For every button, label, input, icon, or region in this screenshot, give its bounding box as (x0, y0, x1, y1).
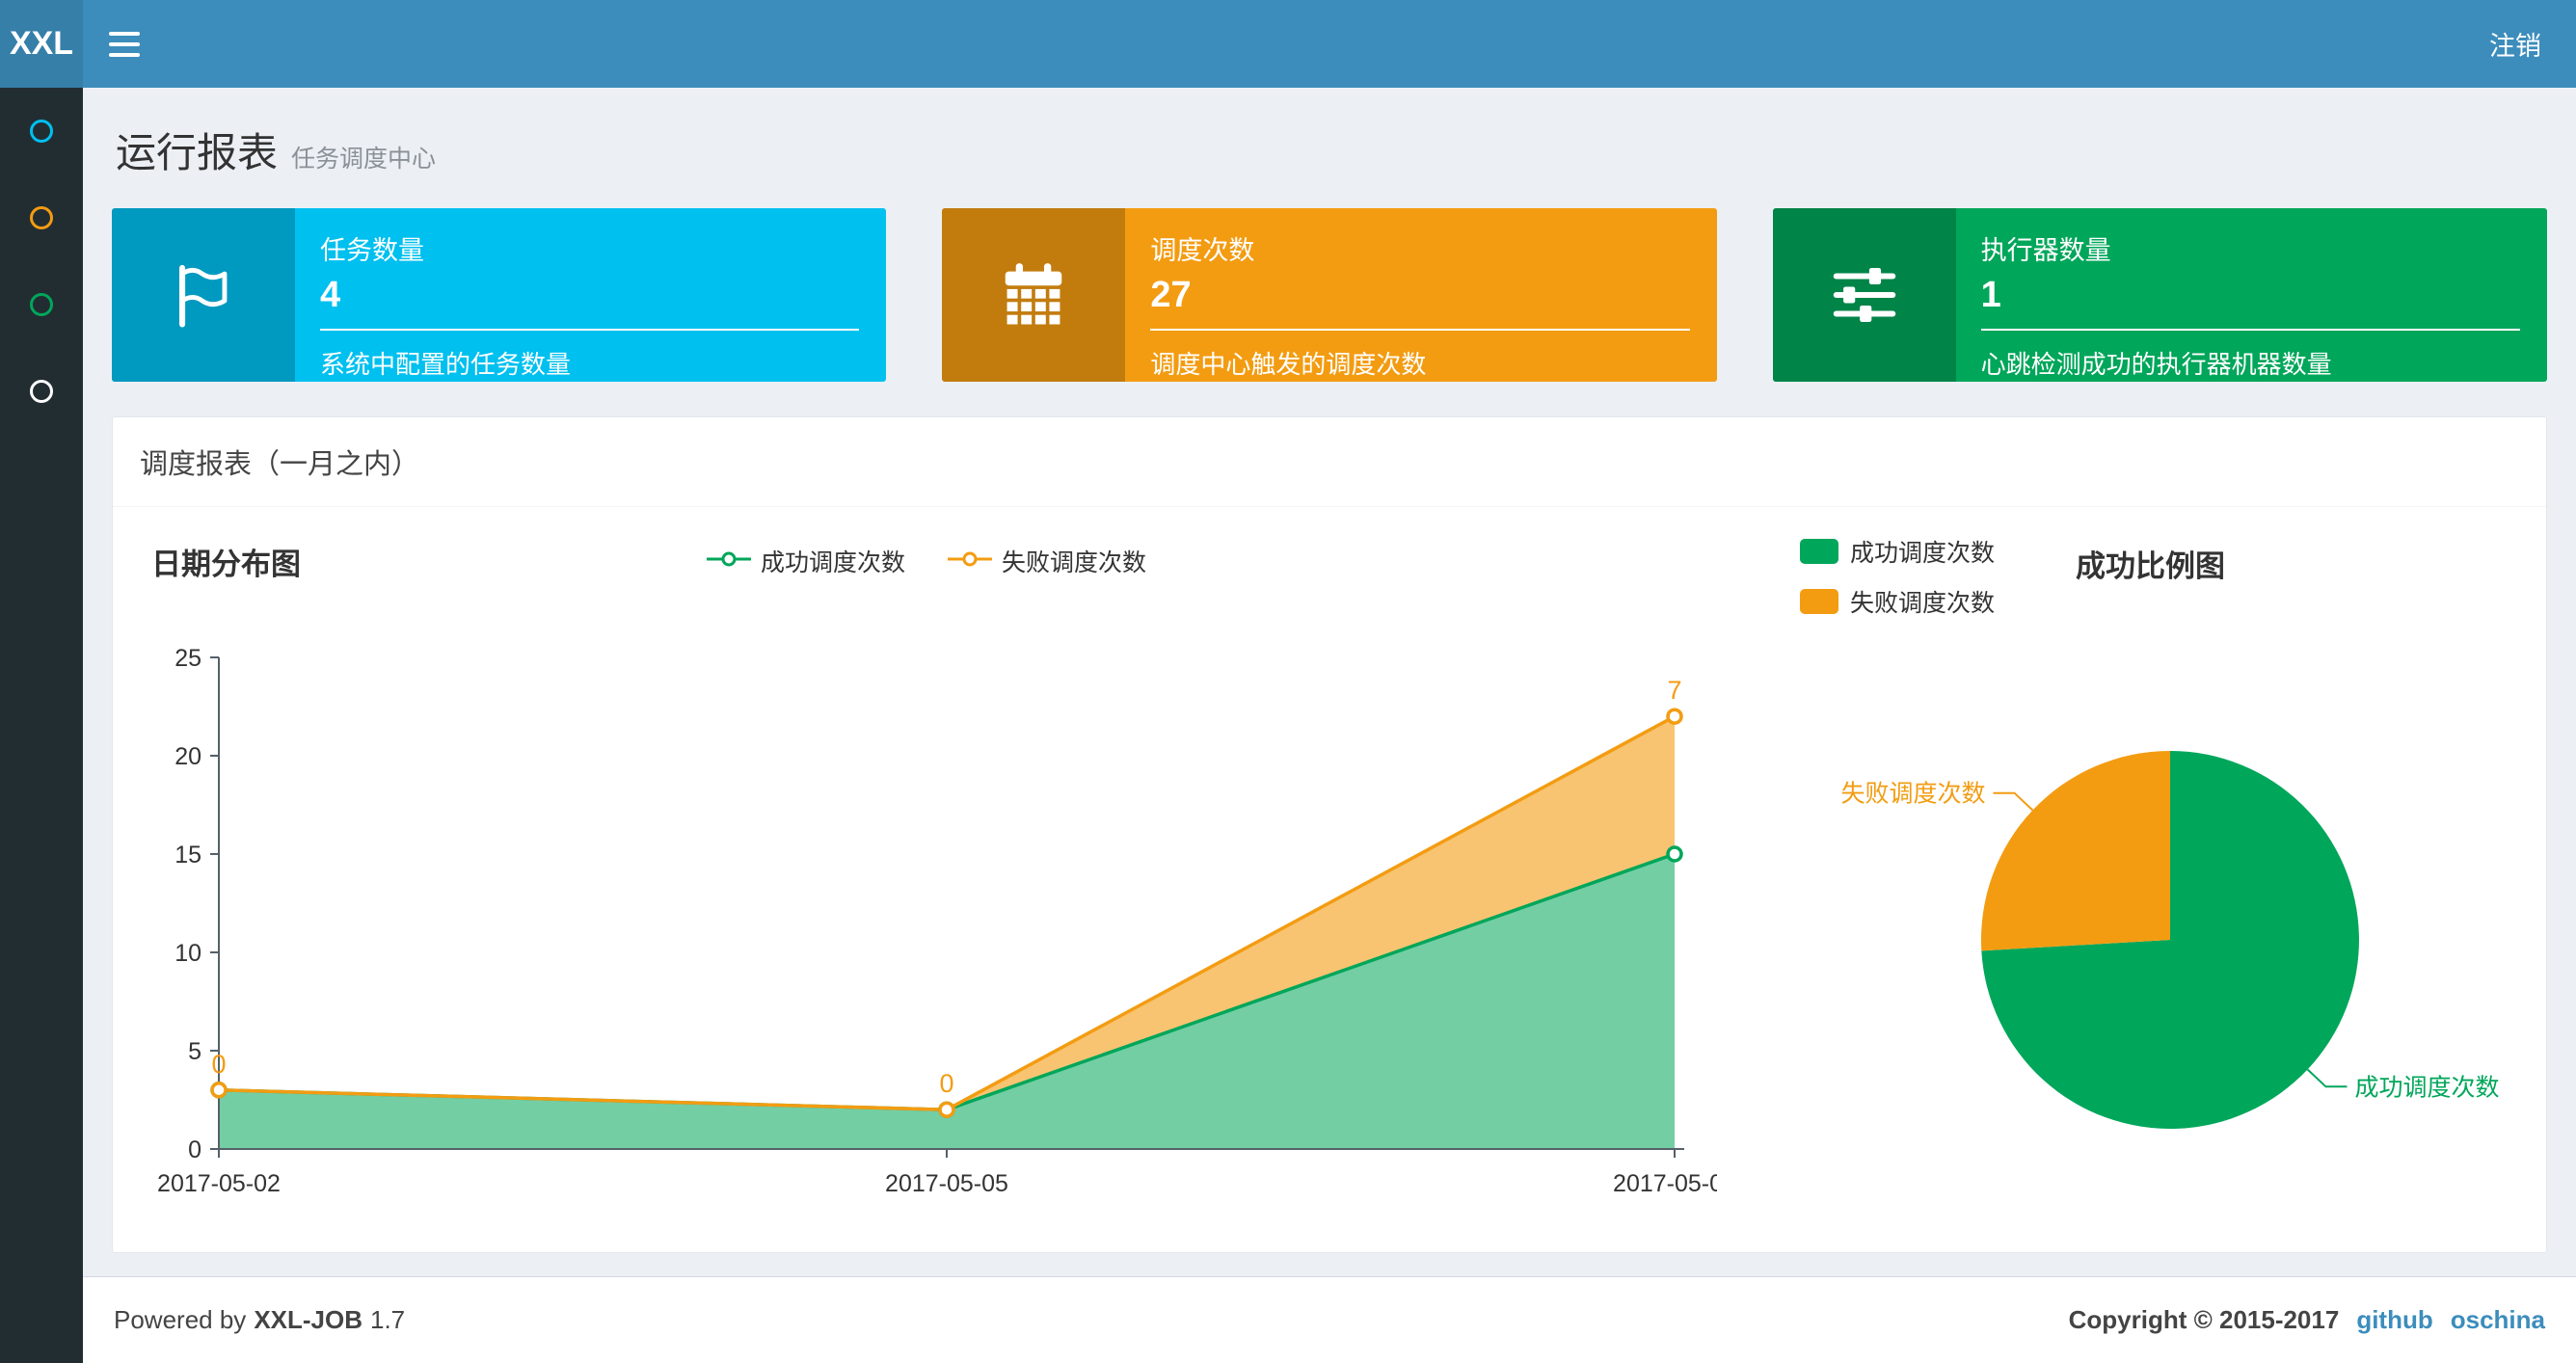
sidebar-toggle-button[interactable] (83, 0, 166, 88)
svg-text:0: 0 (211, 1050, 226, 1079)
logo-text: XXL (9, 25, 74, 62)
svg-text:10: 10 (174, 940, 201, 967)
stat-desc: 调度中心触发的调度次数 (1150, 329, 1690, 381)
svg-text:成功调度次数: 成功调度次数 (2355, 1074, 2500, 1101)
panel-title: 调度报表（一月之内） (113, 417, 2546, 507)
legend-item-fail[interactable]: 失败调度次数 (1800, 584, 1995, 619)
circle-icon (30, 206, 53, 229)
sidebar-item-2[interactable] (0, 174, 83, 261)
flag-icon (112, 208, 295, 382)
svg-text:25: 25 (174, 645, 201, 672)
line-chart-canvas: 05101520252017-05-022017-05-052017-05-08… (136, 603, 1736, 1225)
stat-box-executors: 执行器数量 1 心跳检测成功的执行器机器数量 (1772, 208, 2547, 382)
logout-link[interactable]: 注销 (2455, 0, 2576, 88)
content-area: 运行报表 任务调度中心 任务数量 4 系统中配置的任务数量 调度次数 27 调度… (83, 88, 2576, 1276)
circle-icon (30, 293, 53, 316)
success-ratio-chart: 成功调度次数 失败调度次数 成功比例图 成功调度次数 失败调度次数 (1717, 530, 2531, 1225)
stat-label: 执行器数量 (1980, 236, 2111, 265)
page-header: 运行报表 任务调度中心 (116, 120, 2547, 179)
svg-text:15: 15 (174, 842, 201, 869)
svg-text:2017-05-08: 2017-05-08 (1613, 1170, 1717, 1197)
legend-item-fail[interactable]: 失败调度次数 (948, 544, 1146, 578)
pie-chart-title: 成功比例图 (2076, 549, 2225, 583)
footer: Powered by XXL-JOB 1.7 Copyright © 2015-… (83, 1276, 2576, 1363)
pie-chart-canvas: 成功调度次数 失败调度次数 (1717, 630, 2531, 1175)
page-title: 运行报表 (116, 130, 279, 175)
circle-icon (30, 120, 53, 143)
logo[interactable]: XXL (0, 0, 83, 88)
stat-box-jobs: 任务数量 4 系统中配置的任务数量 (112, 208, 887, 382)
copyright-text: Copyright © 2015-2017 (2068, 1305, 2340, 1334)
svg-text:2017-05-02: 2017-05-02 (157, 1170, 281, 1197)
sidebar (0, 88, 83, 1363)
line-legend-icon (948, 549, 992, 574)
stat-label: 调度次数 (1150, 236, 1255, 265)
version-text: 1.7 (370, 1305, 406, 1334)
brand-text: XXL-JOB (254, 1305, 362, 1334)
powered-by-text: Powered by (114, 1305, 247, 1334)
line-chart-legend: 成功调度次数 失败调度次数 (706, 544, 1146, 578)
line-legend-icon (706, 549, 751, 574)
svg-text:7: 7 (1667, 676, 1681, 705)
top-navbar: XXL 注销 (0, 0, 2576, 88)
legend-item-success[interactable]: 成功调度次数 (1800, 534, 1995, 569)
stat-value: 1 (1980, 275, 2001, 315)
stat-desc: 心跳检测成功的执行器机器数量 (1980, 329, 2520, 381)
swatch-icon (1800, 589, 1838, 614)
circle-icon (30, 380, 53, 403)
report-panel: 调度报表（一月之内） 日期分布图 成功调度次数 失败调度次数 0 5 10 15… (112, 416, 2547, 1253)
svg-text:5: 5 (188, 1038, 201, 1065)
sidebar-item-3[interactable] (0, 261, 83, 348)
stat-desc: 系统中配置的任务数量 (320, 329, 860, 381)
date-distribution-chart: 日期分布图 成功调度次数 失败调度次数 0 5 10 15 20 25 2017… (136, 530, 1736, 1225)
hamburger-icon (109, 31, 140, 36)
github-link[interactable]: github (2356, 1305, 2432, 1335)
stat-box-triggers: 调度次数 27 调度中心触发的调度次数 (942, 208, 1717, 382)
legend-item-success[interactable]: 成功调度次数 (706, 544, 905, 578)
line-chart-title: 日期分布图 (151, 548, 301, 581)
stat-value: 27 (1150, 275, 1192, 315)
sidebar-item-1[interactable] (0, 88, 83, 174)
stat-value: 4 (320, 275, 341, 315)
stats-row: 任务数量 4 系统中配置的任务数量 调度次数 27 调度中心触发的调度次数 执行… (112, 208, 2547, 382)
svg-text:0: 0 (939, 1069, 953, 1098)
svg-text:失败调度次数: 失败调度次数 (1840, 781, 1985, 808)
sliders-icon (1772, 208, 1956, 382)
stat-label: 任务数量 (320, 236, 424, 265)
sidebar-item-4[interactable] (0, 348, 83, 435)
oschina-link[interactable]: oschina (2451, 1305, 2545, 1335)
svg-text:20: 20 (174, 743, 201, 770)
pie-chart-legend: 成功调度次数 失败调度次数 (1800, 534, 1995, 619)
calendar-icon (942, 208, 1126, 382)
page-subtitle: 任务调度中心 (291, 146, 437, 173)
svg-text:2017-05-05: 2017-05-05 (885, 1170, 1008, 1197)
svg-text:0: 0 (188, 1136, 201, 1163)
swatch-icon (1800, 539, 1838, 564)
